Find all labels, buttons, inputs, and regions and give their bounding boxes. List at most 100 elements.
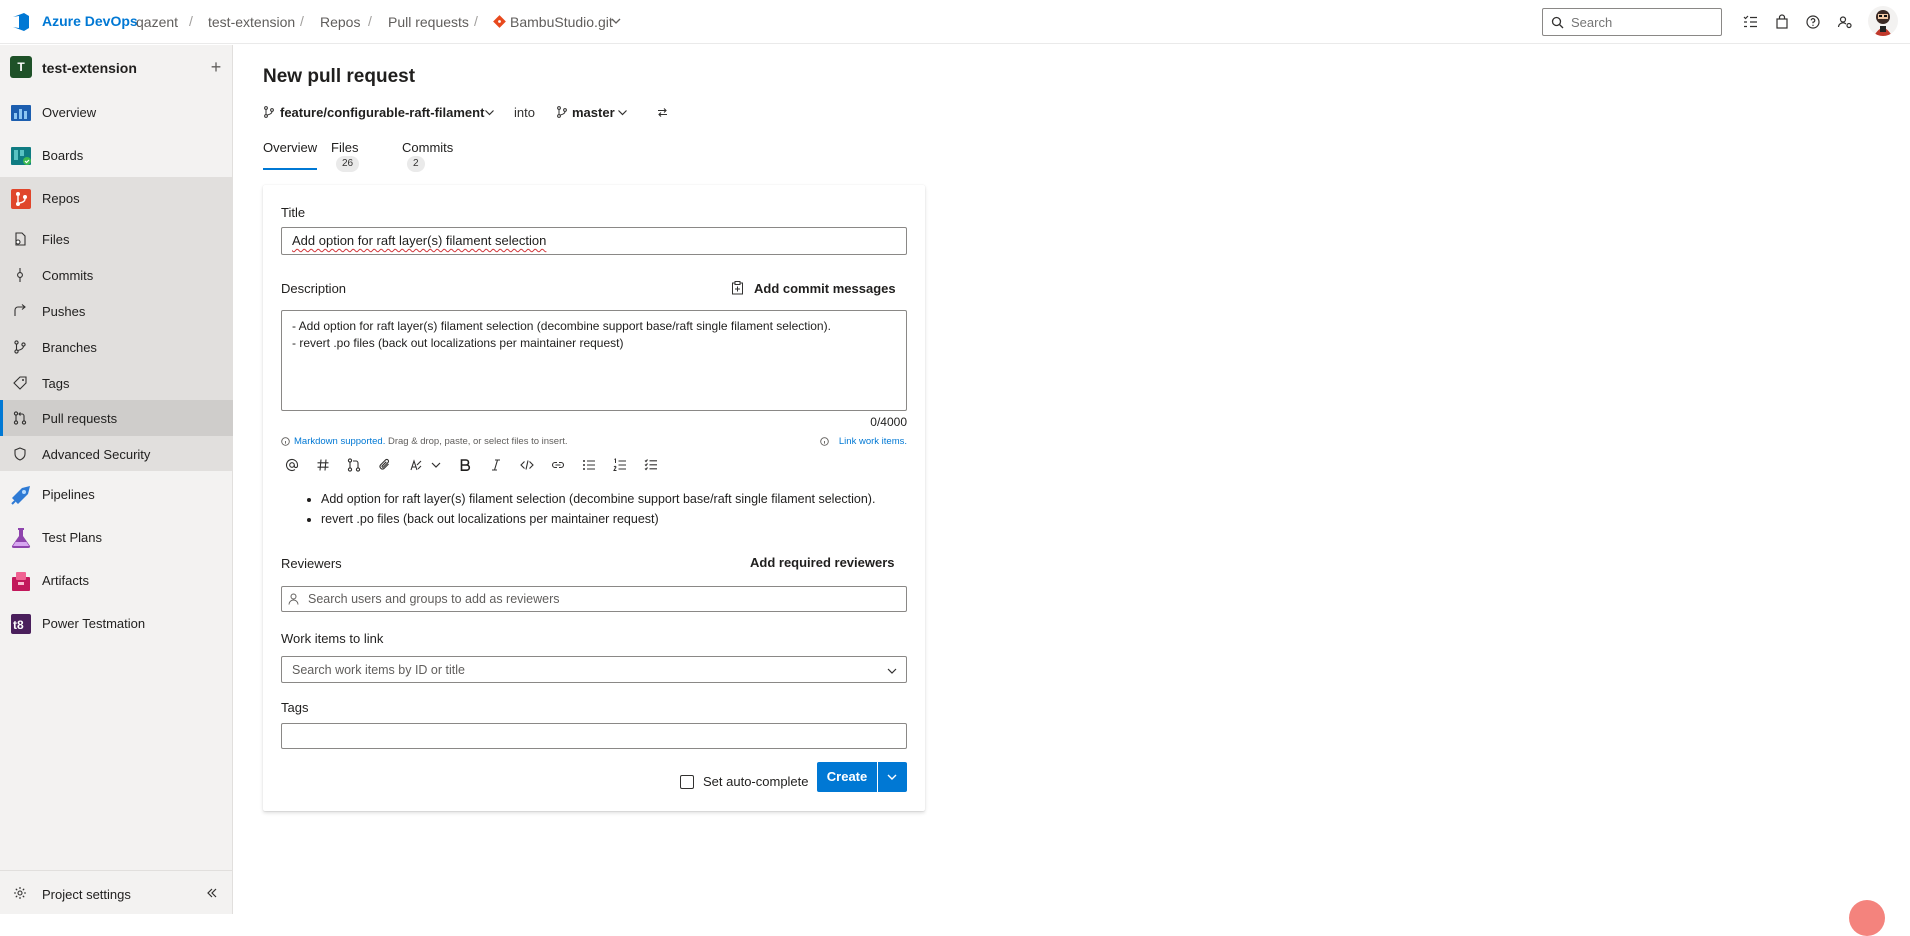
markdown-supported-link[interactable]: Markdown supported. [294,436,385,447]
sidebar-item-pull-requests[interactable]: Pull requests [0,400,233,436]
pull-request-icon [347,458,361,472]
sidebar-item-tags[interactable]: Tags [0,365,233,401]
files-icon [15,232,26,246]
breadcrumb-pull-requests[interactable]: Pull requests [388,14,469,30]
checklist-button[interactable] [640,454,662,476]
user-settings-icon[interactable] [1836,13,1854,31]
add-commit-messages-button[interactable]: Add commit messages [731,279,896,299]
tab-commits[interactable]: Commits2 [402,140,453,172]
create-options-button[interactable] [878,762,907,792]
attach-button[interactable] [374,454,396,476]
sidebar-item-advanced-security[interactable]: Advanced Security [0,436,233,472]
add-commit-messages-label: Add commit messages [754,281,896,296]
breadcrumb-separator: / [368,13,372,29]
bold-icon [460,459,471,471]
sidebar-item-label: Power Testmation [42,616,146,631]
preview-list-item: revert .po files (back out localizations… [321,509,875,529]
title-input[interactable]: Add option for raft layer(s) filament se… [281,227,907,255]
sidebar-item-files[interactable]: Files [0,221,233,257]
azure-devops-logo-icon[interactable] [10,11,32,33]
sidebar-item-boards[interactable]: Boards [0,137,233,173]
test-plans-icon [11,528,31,548]
markdown-hint: Markdown supported. Drag & drop, paste, … [294,436,568,447]
bullet-list-icon [583,460,595,470]
italic-button[interactable] [485,454,507,476]
brand-name[interactable]: Azure DevOps [42,13,138,29]
add-icon[interactable]: + [206,57,226,77]
search-box[interactable] [1542,8,1722,36]
project-header[interactable]: T test-extension + [10,55,225,81]
sidebar-item-overview[interactable]: Overview [0,94,233,130]
work-item-hash-button[interactable] [312,454,334,476]
marketplace-bag-icon[interactable] [1773,13,1791,31]
collapse-sidebar-icon[interactable] [204,885,220,901]
pr-link-button[interactable] [343,454,365,476]
task-list-icon[interactable] [1741,13,1759,31]
sidebar-item-artifacts[interactable]: Artifacts [0,562,233,598]
auto-complete-label: Set auto-complete [703,774,809,789]
swap-branches-icon[interactable] [657,107,668,118]
tab-overview[interactable]: Overview [263,140,317,170]
numbered-list-button[interactable] [609,454,631,476]
floating-action-button[interactable] [1849,900,1885,936]
project-settings[interactable]: Project settings [0,870,233,914]
code-icon [520,460,534,470]
target-branch[interactable]: master [572,105,615,120]
sidebar-item-branches[interactable]: Branches [0,329,233,365]
search-input[interactable] [1571,13,1716,31]
description-line: - revert .po files (back out localizatio… [292,336,624,350]
add-required-reviewers-button[interactable]: Add required reviewers [750,555,895,570]
create-button[interactable]: Create [817,762,877,792]
sidebar-item-commits[interactable]: Commits [0,257,233,293]
auto-complete-checkbox[interactable] [680,775,694,789]
description-line: - Add option for raft layer(s) filament … [292,319,831,333]
sidebar-item-label: Boards [42,148,84,163]
work-items-placeholder: Search work items by ID or title [292,663,465,677]
description-label: Description [281,281,347,296]
commit-icon [17,268,23,282]
breadcrumb-project[interactable]: test-extension [208,14,295,30]
heading-button[interactable] [405,454,427,476]
sidebar-item-label: Pushes [42,304,86,319]
bulleted-list-button[interactable] [578,454,600,476]
user-avatar[interactable] [1868,6,1898,36]
tags-input[interactable] [281,723,907,749]
work-items-dropdown[interactable]: Search work items by ID or title [281,656,907,683]
work-items-label: Work items to link [281,631,384,646]
drag-drop-hint: Drag & drop, paste, or select files to i… [388,436,568,447]
sidebar-item-label: Test Plans [42,530,102,545]
tab-label: Overview [263,140,318,155]
breadcrumb-repo-name[interactable]: BambuStudio.git [510,14,613,30]
link-button[interactable] [547,454,569,476]
sidebar-item-pushes[interactable]: Pushes [0,293,233,329]
sidebar-item-label: Files [42,232,70,247]
search-icon [1551,16,1564,29]
project-name[interactable]: test-extension [42,60,137,76]
count-badge: 26 [336,156,360,172]
italic-icon [492,459,500,471]
mention-button[interactable] [281,454,303,476]
chevron-down-icon[interactable] [484,107,495,118]
sidebar-item-power-testmation[interactable]: t8 Power Testmation [0,605,233,641]
sidebar-item-label: Repos [42,191,80,206]
sidebar-item-label: Advanced Security [42,447,151,462]
chevron-down-icon[interactable] [610,15,622,27]
heading-dropdown-button[interactable] [425,454,447,476]
sidebar-item-test-plans[interactable]: Test Plans [0,519,233,555]
tag-icon [13,376,27,390]
chevron-down-icon[interactable] [617,107,628,118]
help-icon[interactable] [1804,13,1822,31]
source-branch[interactable]: feature/configurable-raft-filament [280,105,484,120]
sidebar-item-pipelines[interactable]: Pipelines [0,476,233,512]
sidebar-item-label: Pull requests [42,411,118,426]
reviewers-input[interactable]: Search users and groups to add as review… [281,586,907,612]
tab-files[interactable]: Files26 [331,140,360,172]
sidebar-item-repos[interactable]: Repos [0,180,233,216]
bold-button[interactable] [454,454,476,476]
link-work-items-link[interactable]: Link work items. [839,436,907,447]
breadcrumb-separator: / [189,13,193,29]
breadcrumb-repos[interactable]: Repos [320,14,360,30]
description-textarea[interactable]: - Add option for raft layer(s) filament … [281,310,907,411]
breadcrumb-org[interactable]: qazent [136,14,178,30]
code-button[interactable] [516,454,538,476]
